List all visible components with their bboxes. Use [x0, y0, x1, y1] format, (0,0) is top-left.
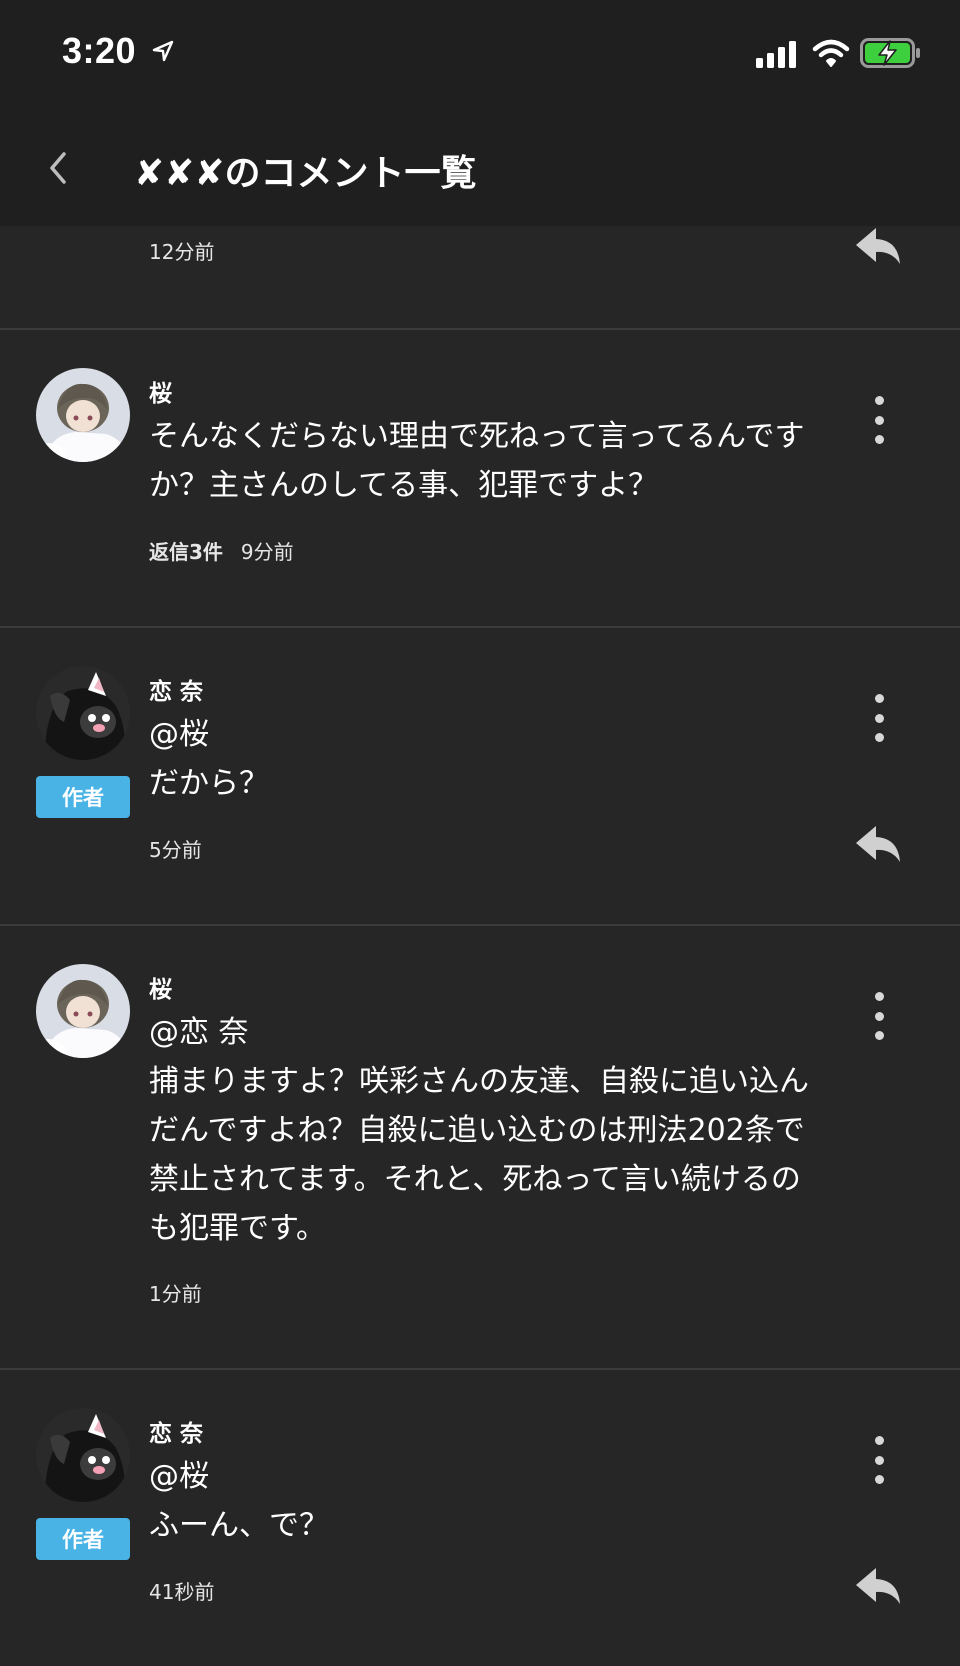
comment-author[interactable]: 恋 奈 [149, 672, 203, 706]
status-time: 3:20 [62, 30, 137, 71]
signal-icon [756, 41, 796, 68]
comment-item: 桜 @恋 奈 捕まりますよ？咲彩さんの友達、自殺に追い込んだんですよね？自殺に追… [0, 926, 960, 1370]
comment-text: そんなくだらない理由で死ねって言ってるんですか？主さんのしてる事、犯罪ですよ？ [149, 419, 805, 503]
comment-author[interactable]: 桜 [149, 970, 172, 1004]
comment-timestamp: 5分前 [149, 838, 202, 862]
comment-meta: 返信3件 9分前 [149, 536, 294, 565]
comment-author[interactable]: 恋 奈 [149, 1414, 203, 1448]
reply-icon[interactable] [854, 824, 902, 864]
avatar[interactable] [36, 666, 130, 760]
author-badge: 作者 [36, 1518, 130, 1560]
status-bar: 3:20 [0, 0, 960, 110]
comment-text: 捕まりますよ？咲彩さんの友達、自殺に追い込んだんですよね？自殺に追い込むのは刑法… [149, 1064, 809, 1246]
wifi-icon [812, 39, 850, 67]
comment-item: 桜 そんなくだらない理由で死ねって言ってるんですか？主さんのしてる事、犯罪ですよ… [0, 330, 960, 628]
comment-timestamp: 41秒前 [149, 1580, 215, 1604]
header: ✘✘✘のコメント一覧 [0, 110, 960, 226]
back-chevron-icon [50, 152, 66, 184]
reply-icon[interactable] [854, 1566, 902, 1606]
back-button[interactable] [38, 140, 78, 196]
reply-count-link[interactable]: 返信3件 [149, 540, 223, 564]
avatar[interactable] [36, 964, 130, 1058]
avatar[interactable] [36, 368, 130, 462]
comment-author[interactable]: 桜 [149, 374, 172, 408]
avatar[interactable] [36, 1408, 130, 1502]
reply-icon[interactable] [854, 226, 902, 266]
comment-item: 12分前 [0, 226, 960, 330]
location-arrow-icon [152, 40, 174, 62]
comment-mention[interactable]: @桜 [149, 710, 809, 759]
more-vertical-icon[interactable] [866, 992, 892, 1040]
comment-item: 作者 恋 奈 @桜 ふーん、で？ 41秒前 [0, 1370, 960, 1666]
comment-timestamp: 9分前 [240, 540, 294, 564]
comment-mention[interactable]: @恋 奈 [149, 1008, 809, 1057]
page-title: ✘✘✘のコメント一覧 [134, 153, 477, 194]
more-vertical-icon[interactable] [866, 1436, 892, 1484]
comment-item: 作者 恋 奈 @桜 だから？ 5分前 [0, 628, 960, 926]
battery-charging-icon [860, 38, 920, 68]
comment-timestamp: 1分前 [149, 1282, 202, 1306]
author-badge: 作者 [36, 776, 130, 818]
comment-timestamp: 12分前 [149, 240, 215, 264]
comment-mention[interactable]: @桜 [149, 1452, 809, 1501]
more-vertical-icon[interactable] [866, 396, 892, 444]
more-vertical-icon[interactable] [866, 694, 892, 742]
comment-text: だから？ [149, 766, 269, 801]
comment-text: ふーん、で？ [149, 1508, 329, 1543]
